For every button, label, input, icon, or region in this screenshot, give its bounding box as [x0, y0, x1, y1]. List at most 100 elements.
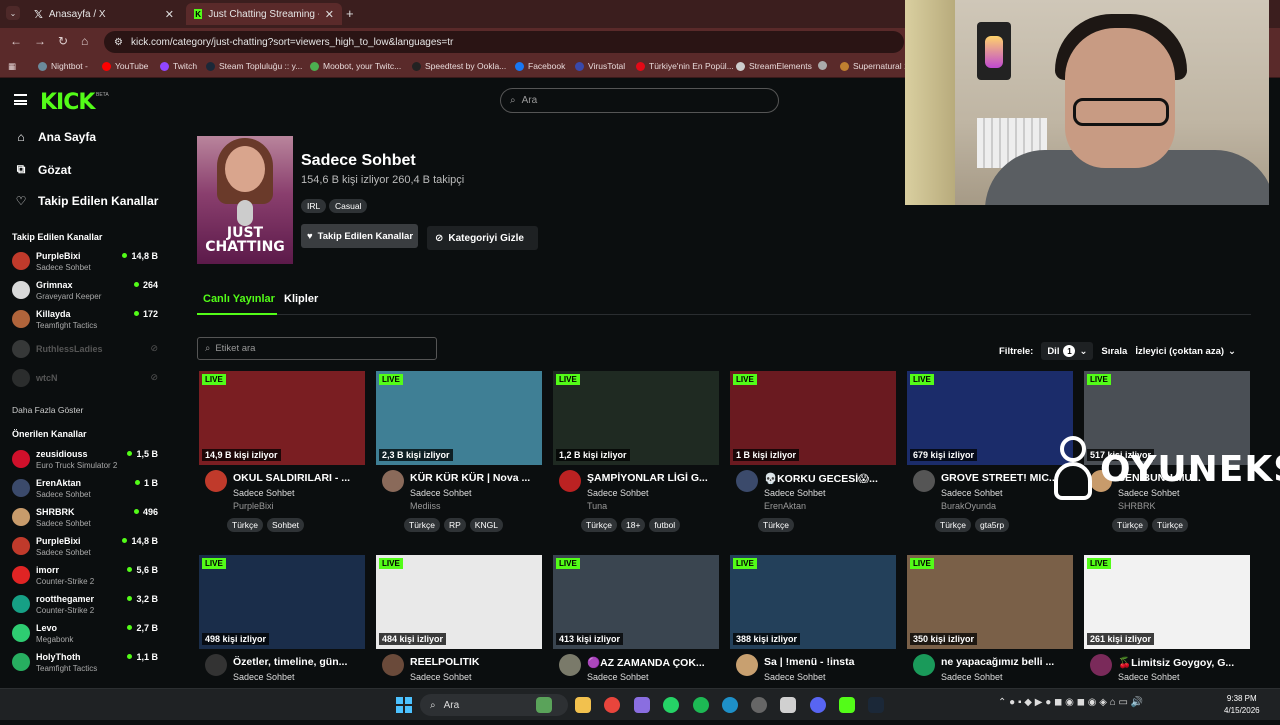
- spotify-icon[interactable]: [693, 697, 709, 713]
- edge-icon[interactable]: [722, 697, 738, 713]
- forward-icon[interactable]: →: [34, 34, 46, 48]
- stream-title[interactable]: KÜR KÜR KÜR | Nova ...: [410, 472, 540, 484]
- home-icon[interactable]: ⌂: [81, 34, 88, 48]
- show-more-link[interactable]: Daha Fazla Göster: [12, 405, 83, 415]
- stream-title[interactable]: 💀KORKU GECESİ😱...: [764, 472, 894, 485]
- bookmark-supernatural[interactable]: Supernatural 1: [840, 61, 909, 71]
- streamer-avatar[interactable]: [205, 470, 227, 492]
- stream-title[interactable]: ŞAMPİYONLAR LİGİ G...: [587, 472, 717, 484]
- category-tag[interactable]: IRL: [301, 199, 327, 213]
- menu-icon[interactable]: [14, 94, 27, 105]
- tag-search-input[interactable]: ⌕ Etiket ara: [197, 337, 437, 360]
- stream-card[interactable]: LIVE 2,3 B kişi izliyor KÜR KÜR KÜR | Nova…: [376, 371, 542, 541]
- stream-tag[interactable]: Türkçe: [935, 518, 971, 532]
- stream-tag[interactable]: Türkçe: [758, 518, 794, 532]
- stream-category[interactable]: Sadece Sohbet: [233, 672, 295, 682]
- tab-kick[interactable]: K Just Chatting Streaming - Live ✕: [186, 3, 342, 25]
- streamer-name[interactable]: SHRBRK: [1118, 501, 1156, 511]
- widgets-icon[interactable]: [536, 697, 552, 713]
- stream-title[interactable]: 🍒Limitsiz Goygoy, G...: [1118, 656, 1248, 669]
- recommended-channel[interactable]: zeusidiouss Euro Truck Simulator 2 1,5 B: [12, 448, 162, 474]
- close-tab-icon[interactable]: ✕: [325, 8, 334, 21]
- stream-category[interactable]: Sadece Sohbet: [764, 672, 826, 682]
- recommended-channel[interactable]: SHRBRK Sadece Sohbet 496: [12, 506, 162, 532]
- recommended-channel[interactable]: PurpleBixi Sadece Sohbet 14,8 B: [12, 535, 162, 561]
- kick-app-icon[interactable]: [839, 697, 855, 713]
- stream-tag[interactable]: gta5rp: [974, 518, 1010, 532]
- stream-tag[interactable]: Türkçe: [581, 518, 617, 532]
- copilot-icon[interactable]: [634, 697, 650, 713]
- stream-tag[interactable]: Türkçe: [227, 518, 263, 532]
- streamer-avatar[interactable]: [736, 470, 758, 492]
- streamer-avatar[interactable]: [382, 654, 404, 676]
- file-explorer-icon[interactable]: [575, 697, 591, 713]
- follow-category-button[interactable]: ♥ Takip Edilen Kanallar: [301, 224, 418, 248]
- bookmark-moobot[interactable]: Moobot, your Twitc...: [310, 61, 401, 71]
- recommended-channel[interactable]: Levo Megabonk 2,7 B: [12, 622, 162, 648]
- windows-start-icon[interactable]: [396, 697, 412, 713]
- system-tray[interactable]: ⌃ ● ▪ ◆ ▶ ● ◼ ◉ ◼ ◉ ◈ ⌂ ▭ 🔊: [998, 697, 1143, 708]
- stream-category[interactable]: Sadece Sohbet: [587, 672, 649, 682]
- nav-home[interactable]: ⌂ Ana Sayfa: [14, 130, 96, 144]
- bookmark-facebook[interactable]: Facebook: [515, 61, 565, 71]
- streamer-name[interactable]: Mediiss: [410, 501, 441, 511]
- bookmark-streamelements[interactable]: StreamElements: [736, 61, 812, 71]
- stream-category[interactable]: Sadece Sohbet: [587, 488, 649, 498]
- stream-tag[interactable]: Türkçe: [1151, 518, 1188, 532]
- bookmark-turkiye[interactable]: Türkiye'nin En Popül...: [636, 61, 734, 71]
- stream-category[interactable]: Sadece Sohbet: [941, 672, 1003, 682]
- tab-search-button[interactable]: ⌄: [6, 6, 20, 20]
- site-info-icon[interactable]: ⚙: [114, 37, 123, 48]
- stream-thumbnail[interactable]: LIVE 679 kişi izliyor: [907, 371, 1073, 465]
- stream-thumbnail[interactable]: LIVE 261 kişi izliyor: [1084, 555, 1250, 649]
- bookmark-speedtest[interactable]: Speedtest by Ookla...: [412, 61, 506, 71]
- new-tab-button[interactable]: +: [346, 6, 354, 21]
- stream-title[interactable]: OKUL SALDIRILARI - ...: [233, 472, 363, 484]
- streamer-name[interactable]: ErenAktan: [764, 501, 806, 511]
- stream-thumbnail[interactable]: LIVE 2,3 B kişi izliyor: [376, 371, 542, 465]
- sort-select[interactable]: İzleyici (çoktan aza) ⌄: [1135, 346, 1236, 357]
- whatsapp-icon[interactable]: [663, 697, 679, 713]
- back-icon[interactable]: ←: [10, 34, 22, 48]
- followed-channel[interactable]: Killayda Teamfight Tactics 172: [12, 308, 162, 334]
- kick-logo[interactable]: KICK: [40, 90, 95, 115]
- streamer-avatar[interactable]: [205, 654, 227, 676]
- stream-tag[interactable]: 18+: [620, 518, 646, 532]
- bookmark-twitch[interactable]: Twitch: [160, 61, 197, 71]
- stream-thumbnail[interactable]: LIVE 350 kişi izliyor: [907, 555, 1073, 649]
- bookmark-nightbot[interactable]: Nightbot -: [38, 61, 88, 71]
- hide-category-button[interactable]: ⊘ Kategoriyi Gizle: [427, 226, 538, 250]
- stream-card[interactable]: LIVE 1,2 B kişi izliyor ŞAMPİYONLAR LİGİ G…: [553, 371, 719, 541]
- chrome-icon[interactable]: [604, 697, 620, 713]
- category-tag[interactable]: Casual: [329, 199, 368, 213]
- streamer-name[interactable]: PurpleBixi: [233, 501, 274, 511]
- stream-category[interactable]: Sadece Sohbet: [1118, 672, 1180, 682]
- streamer-avatar[interactable]: [382, 470, 404, 492]
- close-tab-icon[interactable]: ✕: [165, 8, 174, 21]
- streamer-avatar[interactable]: [913, 470, 935, 492]
- bookmark-youtube[interactable]: YouTube: [102, 61, 148, 71]
- stream-category[interactable]: Sadece Sohbet: [941, 488, 1003, 498]
- reload-icon[interactable]: ↻: [58, 34, 68, 48]
- stream-thumbnail[interactable]: LIVE 388 kişi izliyor: [730, 555, 896, 649]
- streamer-avatar[interactable]: [736, 654, 758, 676]
- streamer-avatar[interactable]: [559, 654, 581, 676]
- stream-category[interactable]: Sadece Sohbet: [410, 672, 472, 682]
- recommended-channel[interactable]: rootthegamer Counter-Strike 2 3,2 B: [12, 593, 162, 619]
- streamer-name[interactable]: BurakOyunda: [941, 501, 996, 511]
- store-icon[interactable]: [780, 697, 796, 713]
- stream-thumbnail[interactable]: LIVE 498 kişi izliyor: [199, 555, 365, 649]
- stream-card[interactable]: LIVE 679 kişi izliyor GROVE STREET! MIC...…: [907, 371, 1073, 541]
- stream-title[interactable]: REELPOLITIK: [410, 656, 540, 668]
- discord-icon[interactable]: [810, 697, 826, 713]
- tab-x[interactable]: 𝕏 Anasayfa / X ✕: [26, 3, 182, 25]
- steam-icon[interactable]: [868, 697, 884, 713]
- nav-browse[interactable]: ⧉ Gözat: [14, 162, 72, 177]
- stream-title[interactable]: ne yapacağımız belli ...: [941, 656, 1071, 668]
- bookmark-globe[interactable]: [818, 61, 827, 70]
- stream-title[interactable]: 🟣AZ ZAMANDA ÇOK...: [587, 656, 717, 669]
- stream-tag[interactable]: Sohbet: [266, 518, 304, 532]
- offline-channel[interactable]: wtcN ⊘: [12, 367, 162, 393]
- stream-tag[interactable]: RP: [443, 518, 466, 532]
- tab-live-streams[interactable]: Canlı Yayınlar: [203, 293, 275, 305]
